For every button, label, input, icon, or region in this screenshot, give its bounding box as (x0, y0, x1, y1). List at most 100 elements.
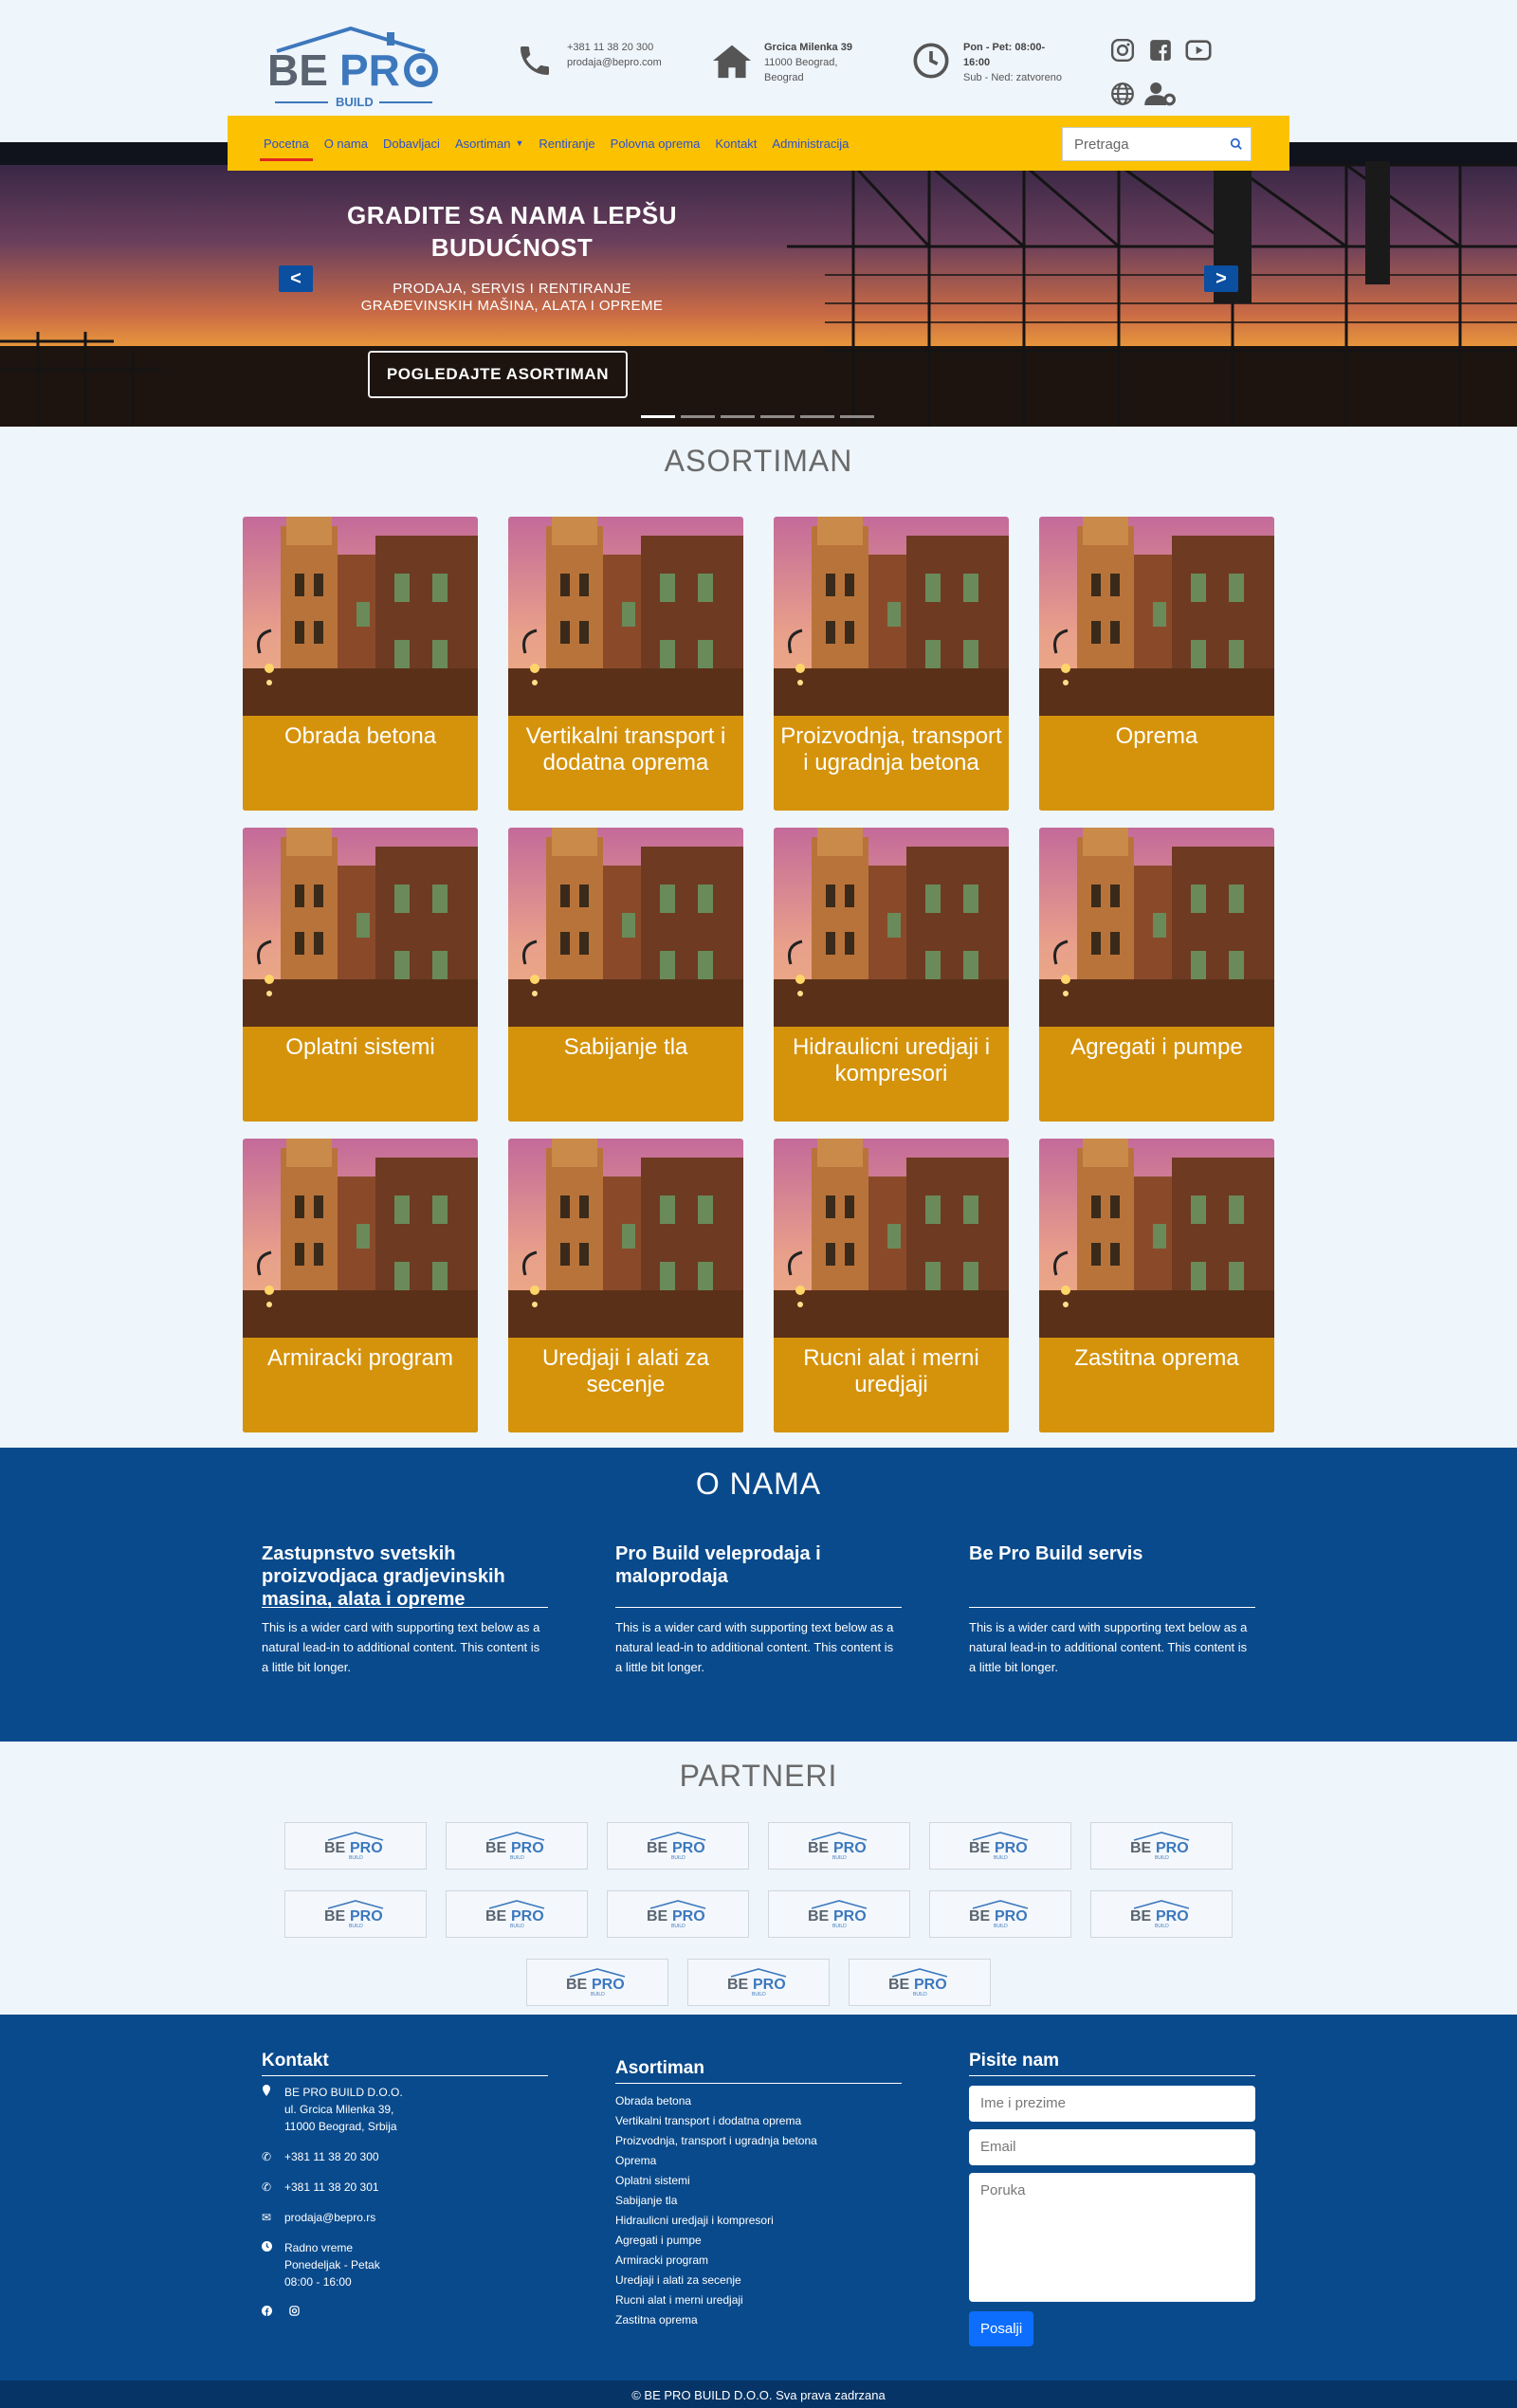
footer-phone-1[interactable]: ✆ +381 11 38 20 300 (262, 2148, 548, 2165)
partner-logo[interactable]: BE PRO BUILD (849, 1959, 991, 2006)
phone-icon: ✆ (262, 2180, 272, 2194)
submit-button[interactable]: Posalji (969, 2311, 1034, 2346)
globe-icon[interactable] (1104, 78, 1142, 110)
nav-o-nama[interactable]: O nama (324, 116, 368, 171)
partners-row: BE PRO BUILD BE PRO BUILD BE PRO BUILD BE PRO BUILD… (283, 1890, 1234, 1938)
footer-phone-1-text: +381 11 38 20 300 (284, 2150, 379, 2163)
partner-logo[interactable]: BE PRO BUILD (768, 1890, 910, 1938)
partner-logo[interactable]: BE PRO BUILD (607, 1822, 749, 1870)
carousel-indicator[interactable] (760, 415, 795, 418)
address-line-1: Grcica Milenka 39 (764, 42, 852, 53)
svg-text:BUILD: BUILD (832, 1924, 847, 1928)
footer-assortment-link[interactable]: Oplatni sistemi (615, 2171, 902, 2191)
partner-logo[interactable]: BE PRO BUILD (446, 1890, 588, 1938)
partner-logo[interactable]: BE PRO BUILD (1090, 1890, 1233, 1938)
header-email[interactable]: prodaja@bepro.com (567, 55, 662, 70)
svg-text:BUILD: BUILD (994, 1924, 1008, 1928)
carousel-indicator[interactable] (840, 415, 874, 418)
partner-logo[interactable]: BE PRO BUILD (526, 1959, 668, 2006)
search-icon[interactable] (1230, 137, 1243, 155)
user-settings-icon[interactable] (1142, 78, 1179, 110)
footer-assortment-link[interactable]: Uredjaji i alati za secenje (615, 2271, 902, 2290)
nav-rentiranje[interactable]: Rentiranje (539, 116, 594, 171)
youtube-icon[interactable] (1179, 34, 1217, 66)
assortment-card[interactable]: Proizvodnja, transport i ugradnja betona (774, 517, 1009, 811)
hero-subtitle: PRODAJA, SERVIS I RENTIRANJE GRAĐEVINSKI… (360, 281, 664, 314)
svg-text:BUILD: BUILD (913, 1992, 927, 1997)
facebook-icon[interactable] (262, 2304, 272, 2321)
search-input[interactable]: Pretraga (1062, 127, 1252, 161)
footer-phone-2[interactable]: ✆ +381 11 38 20 301 (262, 2179, 548, 2196)
hours-line-1: Pon - Pet: 08:00- (963, 42, 1046, 53)
partner-logo[interactable]: BE PRO BUILD (607, 1890, 749, 1938)
carousel-indicator[interactable] (681, 415, 715, 418)
assortment-card[interactable]: Sabijanje tla (508, 828, 743, 1122)
footer-assortment-link[interactable]: Oprema (615, 2151, 902, 2171)
facebook-icon[interactable] (1142, 34, 1179, 66)
assortment-card[interactable]: Oprema (1039, 517, 1274, 811)
svg-text:BUILD: BUILD (752, 1992, 766, 1997)
divider (969, 1607, 1255, 1608)
name-field[interactable]: Ime i prezime (969, 2086, 1255, 2122)
assortment-card[interactable]: Oplatni sistemi (243, 828, 478, 1122)
svg-text:BE: BE (485, 1908, 507, 1925)
assortment-card-label: Rucni alat i merni uredjaji (774, 1338, 1009, 1432)
svg-text:BE: BE (1130, 1840, 1152, 1856)
brand-logo[interactable]: BE PR BUILD (256, 26, 446, 116)
partner-logo[interactable]: BE PRO BUILD (284, 1890, 427, 1938)
partner-logo[interactable]: BE PRO BUILD (687, 1959, 830, 2006)
carousel-next-button[interactable]: > (1204, 265, 1238, 292)
assortment-card[interactable]: Hidraulicni uredjaji i kompresori (774, 828, 1009, 1122)
about-card: Zastupnstvo svetskih proizvodjaca gradje… (262, 1542, 548, 1677)
footer-assortment-link[interactable]: Proizvodnja, transport i ugradnja betona (615, 2131, 902, 2151)
partners-row: BE PRO BUILD BE PRO BUILD BE PRO BUILD (283, 1959, 1234, 2006)
carousel-indicator[interactable] (721, 415, 755, 418)
assortment-card[interactable]: Agregati i pumpe (1039, 828, 1274, 1122)
carousel-prev-button[interactable]: < (279, 265, 313, 292)
footer-assortment-link[interactable]: Hidraulicni uredjaji i kompresori (615, 2211, 902, 2231)
partner-logo[interactable]: BE PRO BUILD (929, 1890, 1071, 1938)
email-field[interactable]: Email (969, 2129, 1255, 2165)
nav-kontakt[interactable]: Kontakt (715, 116, 757, 171)
home-icon (711, 40, 753, 82)
footer-assortment-link[interactable]: Armiracki program (615, 2251, 902, 2271)
about-card: Be Pro Build servis This is a wider card… (969, 1542, 1255, 1677)
footer-assortment-link[interactable]: Agregati i pumpe (615, 2231, 902, 2251)
svg-text:BUILD: BUILD (1155, 1855, 1169, 1860)
footer-company: BE PRO BUILD D.O.O. (284, 2086, 403, 2099)
assortment-card-label: Uredjaji i alati za secenje (508, 1338, 743, 1432)
partner-logo[interactable]: BE PRO BUILD (284, 1822, 427, 1870)
svg-text:PRO: PRO (350, 1840, 383, 1856)
header-phone-number[interactable]: +381 11 38 20 300 (567, 40, 662, 55)
assortment-card[interactable]: Obrada betona (243, 517, 478, 811)
footer-assortment-link[interactable]: Obrada betona (615, 2091, 902, 2111)
footer-assortment-list: Obrada betona Vertikalni transport i doda… (615, 2091, 902, 2330)
partner-logo[interactable]: BE PRO BUILD (1090, 1822, 1233, 1870)
partner-logo[interactable]: BE PRO BUILD (446, 1822, 588, 1870)
partner-logo[interactable]: BE PRO BUILD (929, 1822, 1071, 1870)
carousel-indicator[interactable] (641, 415, 675, 418)
nav-pocetna[interactable]: Pocetna (260, 116, 313, 171)
nav-administracija[interactable]: Administracija (772, 116, 849, 171)
nav-dobavljaci[interactable]: Dobavljaci (383, 116, 440, 171)
assortment-card[interactable]: Uredjaji i alati za secenje (508, 1139, 743, 1432)
footer-assortment-link[interactable]: Zastitna oprema (615, 2310, 902, 2330)
view-assortment-button[interactable]: POGLEDAJTE ASORTIMAN (368, 351, 628, 398)
assortment-card[interactable]: Vertikalni transport i dodatna oprema (508, 517, 743, 811)
nav-polovna-oprema[interactable]: Polovna oprema (611, 116, 701, 171)
carousel-indicator[interactable] (800, 415, 834, 418)
assortment-card[interactable]: Armiracki program (243, 1139, 478, 1432)
assortment-card[interactable]: Rucni alat i merni uredjaji (774, 1139, 1009, 1432)
footer-assortment-link[interactable]: Vertikalni transport i dodatna oprema (615, 2111, 902, 2131)
nav-asortiman[interactable]: Asortiman ▼ (455, 116, 523, 171)
svg-text:BE: BE (808, 1908, 830, 1925)
footer-assortment-link[interactable]: Rucni alat i merni uredjaji (615, 2290, 902, 2310)
message-field[interactable]: Poruka (969, 2173, 1255, 2302)
footer-email[interactable]: ✉ prodaja@bepro.rs (262, 2209, 548, 2226)
instagram-icon[interactable] (289, 2304, 300, 2321)
assortment-card[interactable]: Zastitna oprema (1039, 1139, 1274, 1432)
footer-street: ul. Grcica Milenka 39, (284, 2103, 394, 2116)
instagram-icon[interactable] (1104, 34, 1142, 66)
footer-assortment-link[interactable]: Sabijanje tla (615, 2191, 902, 2211)
partner-logo[interactable]: BE PRO BUILD (768, 1822, 910, 1870)
